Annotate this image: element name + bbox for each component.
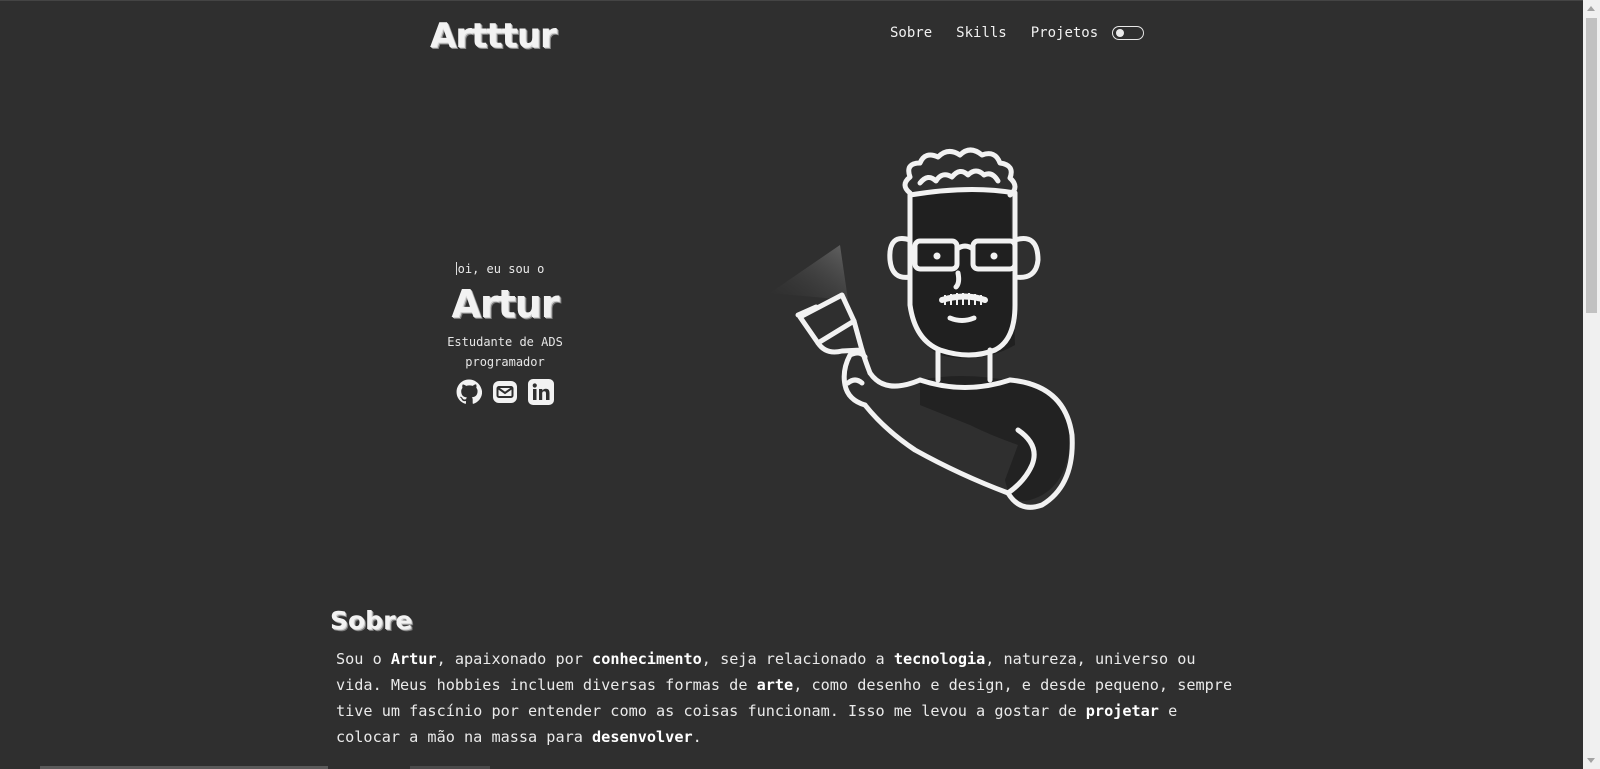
hero-name: Artur	[451, 282, 559, 326]
mail-icon[interactable]	[491, 378, 519, 406]
page: Artttur Sobre Skills Projetos oi, eu sou…	[0, 0, 1600, 769]
hero-greeting: oi, eu sou o	[415, 262, 585, 276]
nav-link-skills[interactable]: Skills	[956, 25, 1007, 41]
greeting-text: oi, eu sou o	[457, 262, 545, 276]
section-title-sobre: Sobre	[330, 606, 413, 635]
toggle-knob	[1116, 29, 1125, 37]
social-links	[425, 378, 585, 406]
window-border	[0, 0, 1600, 1]
nav-link-sobre[interactable]: Sobre	[890, 25, 932, 41]
text-caret	[455, 262, 457, 275]
vertical-scrollbar[interactable]	[1583, 0, 1600, 769]
scroll-up-arrow-icon[interactable]	[1587, 6, 1595, 11]
hero-role-1: Estudante de ADS	[447, 335, 563, 349]
nav-link-projetos[interactable]: Projetos	[1031, 25, 1098, 41]
theme-toggle[interactable]	[1112, 26, 1145, 40]
avatar-illustration	[770, 145, 1110, 525]
scroll-down-arrow-icon[interactable]	[1587, 758, 1595, 763]
linkedin-icon[interactable]	[527, 378, 555, 406]
main-nav: Sobre Skills Projetos	[890, 25, 1145, 41]
scrollbar-thumb[interactable]	[1586, 18, 1597, 313]
site-logo[interactable]: Artttur	[430, 16, 557, 56]
hero-intro: oi, eu sou o Artur Estudante de ADS prog…	[425, 262, 585, 406]
about-paragraph: Sou o Artur, apaixonado por conhecimento…	[336, 650, 1233, 746]
github-icon[interactable]	[455, 378, 483, 406]
hero-role-2: programador	[465, 355, 545, 369]
